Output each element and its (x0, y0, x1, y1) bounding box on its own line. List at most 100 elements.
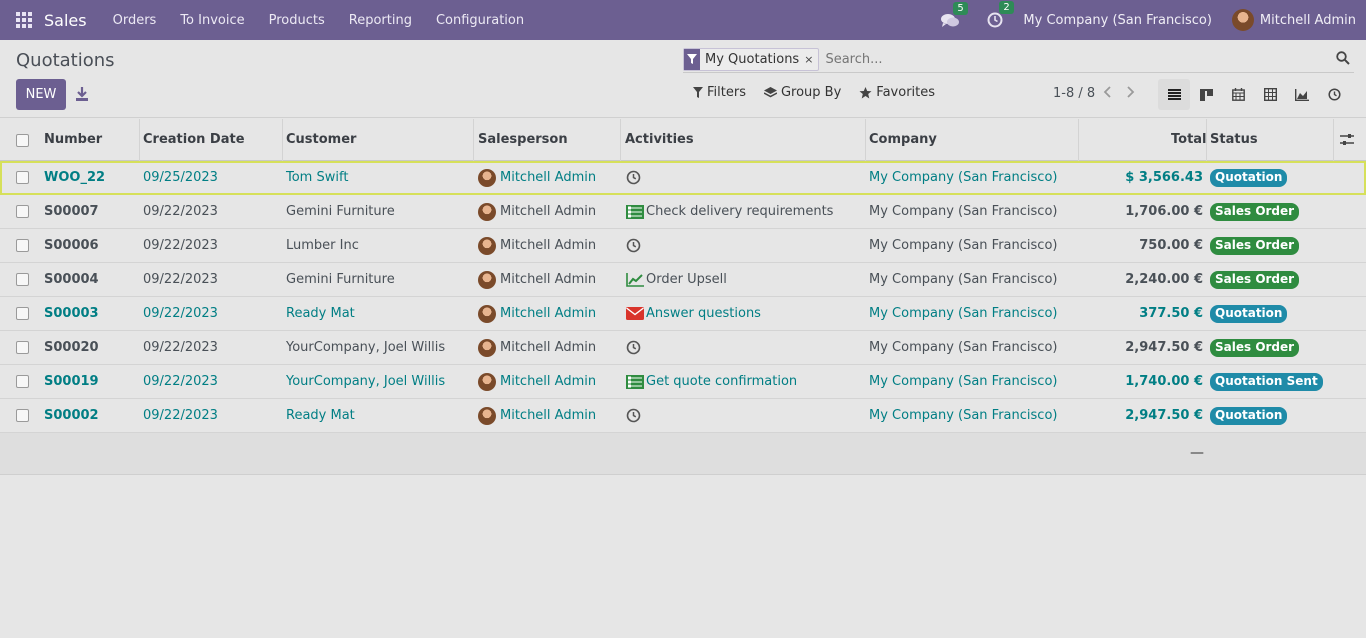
cell-number[interactable]: S00019 (44, 374, 99, 389)
optional-columns-icon[interactable] (1340, 133, 1354, 146)
clock-icon[interactable] (626, 340, 641, 359)
download-icon[interactable] (74, 85, 90, 103)
menu-orders[interactable]: Orders (113, 13, 157, 28)
pivot-view-button[interactable] (1254, 79, 1286, 110)
cell-customer: Gemini Furniture (286, 204, 395, 219)
row-checkbox[interactable] (16, 205, 29, 218)
facet-remove-icon[interactable]: × (804, 53, 818, 66)
cell-number[interactable]: S00006 (44, 238, 99, 253)
row-checkbox[interactable] (16, 307, 29, 320)
header-customer[interactable]: Customer (286, 132, 356, 147)
cell-total: 1,706.00 € (1125, 204, 1203, 219)
cell-salesperson[interactable]: Mitchell Admin (500, 340, 596, 355)
cell-salesperson[interactable]: Mitchell Admin (500, 306, 596, 321)
tasks-icon[interactable] (626, 375, 644, 393)
cell-customer: Gemini Furniture (286, 272, 395, 287)
cell-activity[interactable]: Check delivery requirements (646, 204, 833, 219)
menu-reporting[interactable]: Reporting (349, 13, 412, 28)
cell-number[interactable]: WOO_22 (44, 170, 105, 185)
row-checkbox[interactable] (16, 341, 29, 354)
pager-value[interactable]: 1-8 / 8 (1053, 86, 1095, 101)
salesperson-avatar[interactable] (478, 305, 496, 323)
calendar-view-button[interactable] (1222, 79, 1254, 110)
cell-activity[interactable]: Answer questions (646, 306, 761, 321)
group-by-label: Group By (780, 85, 842, 100)
list-view-button[interactable] (1158, 79, 1190, 110)
search-input[interactable] (825, 51, 1326, 67)
salesperson-avatar[interactable] (478, 237, 496, 255)
cell-salesperson[interactable]: Mitchell Admin (500, 170, 596, 185)
cell-number[interactable]: S00007 (44, 204, 99, 219)
activity-view-button[interactable] (1318, 79, 1350, 110)
cell-number[interactable]: S00020 (44, 340, 99, 355)
menu-products[interactable]: Products (269, 13, 325, 28)
header-status[interactable]: Status (1210, 132, 1258, 147)
app-brand[interactable]: Sales (44, 11, 87, 30)
table-row[interactable]: S00003 09/22/2023 Ready Mat Mitchell Admin A… (0, 297, 1366, 331)
cell-number[interactable]: S00002 (44, 408, 99, 423)
group-by-button[interactable]: Group By (763, 85, 842, 100)
status-badge: Sales Order (1210, 237, 1300, 255)
salesperson-avatar[interactable] (478, 203, 496, 221)
table-row[interactable]: S00004 09/22/2023 Gemini Furniture Mitchell… (0, 263, 1366, 297)
table-header: Number Creation Date Customer Salesperso… (0, 119, 1366, 161)
user-menu[interactable]: Mitchell Admin (1260, 13, 1356, 28)
row-checkbox[interactable] (16, 375, 29, 388)
search-icon[interactable] (1336, 51, 1350, 65)
salesperson-avatar[interactable] (478, 373, 496, 391)
cell-activity[interactable]: Order Upsell (646, 272, 727, 287)
clock-icon[interactable] (626, 170, 641, 189)
table-row[interactable]: S00002 09/22/2023 Ready Mat Mitchell Admin M… (0, 399, 1366, 433)
menu-to-invoice[interactable]: To Invoice (180, 13, 244, 28)
cell-salesperson[interactable]: Mitchell Admin (500, 374, 596, 389)
header-total[interactable]: Total (1171, 132, 1207, 147)
table-row[interactable]: S00006 09/22/2023 Lumber Inc Mitchell Admin… (0, 229, 1366, 263)
clock-icon[interactable] (626, 238, 641, 257)
filters-button[interactable]: Filters (693, 85, 746, 100)
row-checkbox[interactable] (16, 273, 29, 286)
salesperson-avatar[interactable] (478, 407, 496, 425)
cell-salesperson[interactable]: Mitchell Admin (500, 204, 596, 219)
header-activities[interactable]: Activities (625, 132, 694, 147)
menu-configuration[interactable]: Configuration (436, 13, 524, 28)
header-company[interactable]: Company (869, 132, 937, 147)
messages-button[interactable]: 5 (941, 1, 968, 28)
table-row[interactable]: S00019 09/22/2023 YourCompany, Joel Willis… (0, 365, 1366, 399)
header-number[interactable]: Number (44, 132, 102, 147)
clock-icon[interactable] (626, 408, 641, 427)
row-checkbox[interactable] (16, 239, 29, 252)
row-checkbox[interactable] (16, 171, 29, 184)
table-row[interactable]: WOO_22 09/25/2023 Tom Swift Mitchell Admin M… (0, 161, 1366, 195)
chart-line-icon[interactable] (626, 273, 644, 291)
cell-number[interactable]: S00004 (44, 272, 99, 287)
table-row[interactable]: S00007 09/22/2023 Gemini Furniture Mitchell… (0, 195, 1366, 229)
graph-view-button[interactable] (1286, 79, 1318, 110)
salesperson-avatar[interactable] (478, 169, 496, 187)
tasks-icon[interactable] (626, 205, 644, 223)
select-all-checkbox[interactable] (16, 134, 29, 147)
cell-salesperson[interactable]: Mitchell Admin (500, 272, 596, 287)
cell-activity[interactable]: Get quote confirmation (646, 374, 797, 389)
header-creation-date[interactable]: Creation Date (143, 132, 245, 147)
chevron-left-icon[interactable] (1101, 84, 1115, 100)
cell-number[interactable]: S00003 (44, 306, 99, 321)
envelope-icon[interactable] (626, 307, 644, 324)
salesperson-avatar[interactable] (478, 271, 496, 289)
header-salesperson[interactable]: Salesperson (478, 132, 568, 147)
user-avatar[interactable] (1231, 9, 1254, 31)
chevron-right-icon[interactable] (1123, 84, 1137, 100)
company-switcher[interactable]: My Company (San Francisco) (1023, 13, 1211, 28)
table-row[interactable]: S00020 09/22/2023 YourCompany, Joel Willis… (0, 331, 1366, 365)
activities-button[interactable]: 2 (987, 1, 1014, 28)
cell-creation-date: 09/22/2023 (143, 204, 218, 219)
status-badge: Sales Order (1210, 339, 1300, 357)
row-checkbox[interactable] (16, 409, 29, 422)
salesperson-avatar[interactable] (478, 339, 496, 357)
favorites-button[interactable]: Favorites (859, 85, 935, 100)
app-menu-icon[interactable] (0, 0, 48, 40)
cell-customer: Tom Swift (286, 170, 349, 185)
cell-salesperson[interactable]: Mitchell Admin (500, 408, 596, 423)
cell-salesperson[interactable]: Mitchell Admin (500, 238, 596, 253)
new-button[interactable]: NEW (16, 79, 66, 110)
kanban-view-button[interactable] (1190, 79, 1222, 110)
